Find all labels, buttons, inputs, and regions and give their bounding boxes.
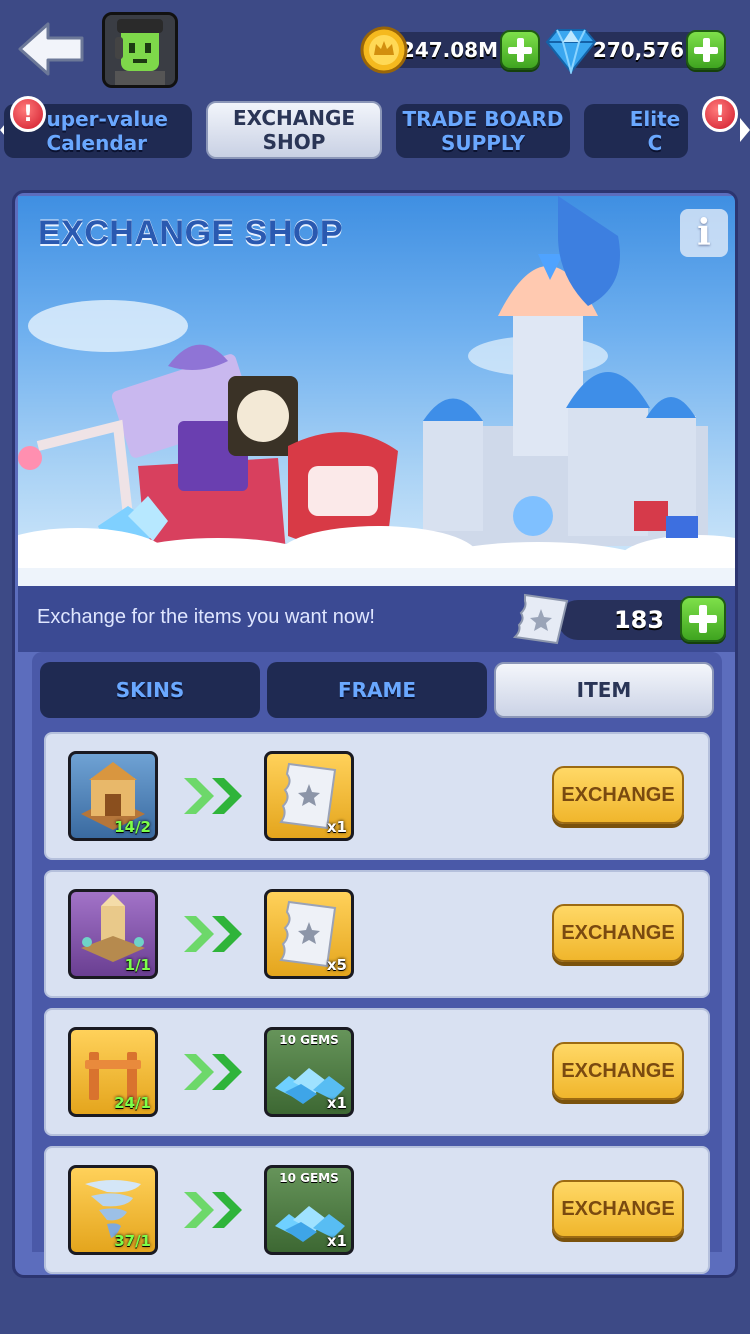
exchange-button[interactable]: EXCHANGE: [552, 1180, 684, 1238]
tab-label: ITEM: [576, 678, 632, 702]
cost-item-card: 37/1: [68, 1165, 158, 1255]
button-label: EXCHANGE: [561, 1059, 675, 1082]
tab-item[interactable]: ITEM: [494, 662, 714, 718]
reward-quantity: x5: [326, 956, 347, 974]
reward-item-card: 10 GEMS x1: [264, 1027, 354, 1117]
cost-quantity: 1/1: [124, 956, 151, 974]
cost-item-card: 1/1: [68, 889, 158, 979]
shop-subtitle: Exchange for the items you want now!: [37, 606, 375, 628]
notification-badge: !: [10, 96, 46, 132]
reward-item-card: x5: [264, 889, 354, 979]
button-label: EXCHANGE: [561, 783, 675, 806]
tab-skins[interactable]: SKINS: [40, 662, 260, 718]
chevron-right-icon: [184, 778, 242, 814]
cost-item-card: 24/1: [68, 1027, 158, 1117]
gems-label: 10 GEMS: [279, 1033, 339, 1047]
cost-quantity: 24/1: [114, 1094, 151, 1112]
button-label: EXCHANGE: [561, 921, 675, 944]
tab-trade-board-supply[interactable]: TRADE BOARD SUPPLY: [396, 104, 570, 158]
reward-quantity: x1: [326, 1094, 347, 1112]
gem-amount: 270,576: [592, 38, 684, 62]
reward-item-card: 10 GEMS x1: [264, 1165, 354, 1255]
chevron-right-icon: [184, 916, 242, 952]
tab-label: TRADE BOARD SUPPLY: [402, 107, 564, 155]
tab-label: SKINS: [115, 678, 185, 702]
chevron-right-icon: [184, 1192, 242, 1228]
button-label: EXCHANGE: [561, 1197, 675, 1220]
tab-label: FRAME: [337, 678, 417, 702]
exchange-row: 14/2 x1 EXCHANGE: [44, 732, 710, 860]
add-coins-button[interactable]: [500, 30, 540, 70]
tab-label: Elite C: [629, 107, 681, 155]
tab-elite[interactable]: Elite C: [584, 104, 688, 158]
add-tickets-button[interactable]: [680, 596, 726, 642]
ticket-count: 183: [613, 606, 665, 634]
exchange-row: 24/1 10 GEMS x1 EXCHANGE: [44, 1008, 710, 1136]
ticket-icon: [511, 591, 571, 647]
banner-illustration: [18, 196, 735, 586]
notification-badge: !: [702, 96, 738, 132]
exchange-button[interactable]: EXCHANGE: [552, 1042, 684, 1100]
coin-icon: [360, 26, 408, 74]
cost-quantity: 14/2: [114, 818, 151, 836]
gems-label: 10 GEMS: [279, 1171, 339, 1185]
scroll-right-arrow-icon[interactable]: [740, 118, 750, 142]
coin-amount: 247.08M: [400, 38, 498, 62]
badge-text: !: [22, 101, 34, 127]
ticket-bar: Exchange for the items you want now! 183: [18, 586, 735, 652]
tab-frame[interactable]: FRAME: [267, 662, 487, 718]
exchange-button[interactable]: EXCHANGE: [552, 904, 684, 962]
back-arrow-icon: [18, 22, 84, 76]
exchange-shop-panel: EXCHANGE SHOP i Exchange for the items y…: [12, 190, 738, 1278]
chevron-right-icon: [184, 1054, 242, 1090]
exchange-row: 37/1 10 GEMS x1 EXCHANGE: [44, 1146, 710, 1274]
tab-exchange-shop[interactable]: EXCHANGE SHOP: [206, 101, 382, 159]
tab-label: EXCHANGE SHOP: [232, 106, 356, 154]
add-gems-button[interactable]: [686, 30, 726, 70]
exchange-button[interactable]: EXCHANGE: [552, 766, 684, 824]
reward-item-card: x1: [264, 751, 354, 841]
item-list-area: SKINS FRAME ITEM 14/2 x1 EXCHANGE 1/1 x5…: [32, 652, 722, 1274]
cost-item-card: 14/2: [68, 751, 158, 841]
info-button[interactable]: i: [680, 209, 728, 257]
page-title: EXCHANGE SHOP: [38, 214, 343, 252]
reward-quantity: x1: [326, 818, 347, 836]
info-icon: i: [697, 212, 711, 254]
reward-quantity: x1: [326, 1232, 347, 1250]
diamond-icon: [545, 26, 597, 76]
exchange-row: 1/1 x5 EXCHANGE: [44, 870, 710, 998]
tab-label: uper-value Calendar: [46, 107, 168, 155]
avatar[interactable]: [102, 12, 178, 88]
back-button[interactable]: [14, 18, 88, 80]
cost-quantity: 37/1: [114, 1232, 151, 1250]
shop-banner: EXCHANGE SHOP i: [18, 196, 735, 586]
badge-text: !: [714, 101, 726, 127]
